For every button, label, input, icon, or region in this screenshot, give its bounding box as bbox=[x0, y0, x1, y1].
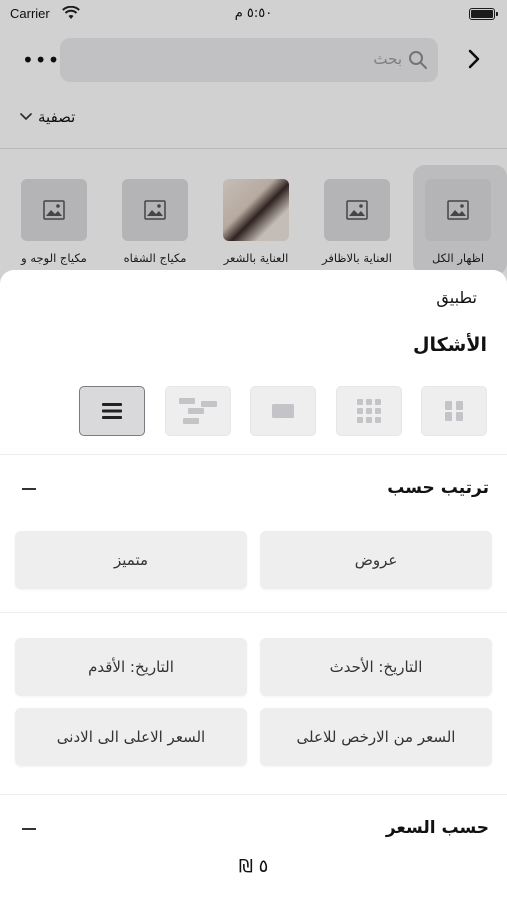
sort-price-low-high-button[interactable]: السعر من الارخص للاعلى bbox=[260, 708, 492, 766]
shapes-title: الأشكال bbox=[412, 334, 487, 356]
sort-date-newest-button[interactable]: التاريخ: الأحدث bbox=[260, 638, 492, 696]
price-value: ٥ ₪ bbox=[238, 856, 269, 877]
minus-icon[interactable] bbox=[22, 828, 36, 830]
sort-price-high-low-button[interactable]: السعر الاعلى الى الادنى bbox=[15, 708, 247, 766]
grid-3-icon bbox=[357, 399, 381, 423]
sort-featured-button[interactable]: متميز bbox=[15, 531, 247, 589]
grid-2-icon bbox=[445, 401, 463, 421]
layout-staggered-button[interactable] bbox=[165, 386, 231, 436]
list-icon bbox=[102, 403, 122, 419]
divider bbox=[0, 612, 507, 613]
minus-icon[interactable] bbox=[22, 488, 36, 490]
layout-list-button[interactable] bbox=[79, 386, 145, 436]
filter-sheet: تطبيق الأشكال ترتيب حسب عروض متميز التار… bbox=[0, 270, 507, 900]
sort-title: ترتيب حسب bbox=[387, 478, 489, 498]
single-card-icon bbox=[272, 404, 294, 418]
sort-offers-button[interactable]: عروض bbox=[260, 531, 492, 589]
layout-single-button[interactable] bbox=[250, 386, 316, 436]
sort-date-oldest-button[interactable]: التاريخ: الأقدم bbox=[15, 638, 247, 696]
layout-grid-3-button[interactable] bbox=[336, 386, 402, 436]
staggered-icon bbox=[179, 398, 217, 424]
divider bbox=[0, 794, 507, 795]
divider bbox=[0, 454, 507, 455]
layout-grid-2-button[interactable] bbox=[421, 386, 487, 436]
apply-button[interactable]: تطبيق bbox=[436, 288, 477, 307]
price-title: حسب السعر bbox=[385, 818, 489, 838]
